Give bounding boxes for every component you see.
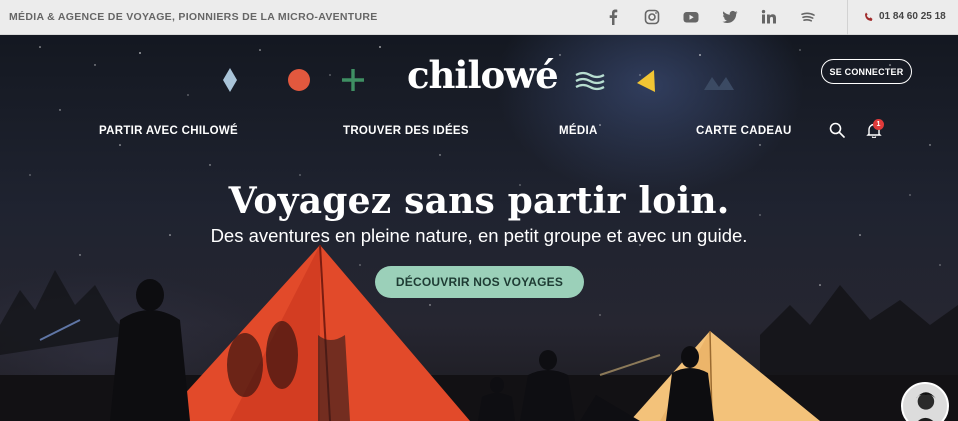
- nav-partir[interactable]: PARTIR AVEC CHILOWÉ: [99, 125, 238, 137]
- nav-carte-cadeau[interactable]: CARTE CADEAU: [696, 125, 792, 137]
- triangle-icon: [637, 70, 655, 92]
- linkedin-icon[interactable]: [759, 7, 779, 27]
- phone-number: 01 84 60 25 18: [879, 11, 946, 22]
- spotify-icon[interactable]: [798, 7, 818, 27]
- youtube-icon[interactable]: [681, 7, 701, 27]
- hero-title: Voyagez sans partir loin.: [228, 180, 730, 222]
- hero-subtitle: Des aventures en pleine nature, en petit…: [210, 225, 748, 246]
- facebook-icon[interactable]: [603, 7, 623, 27]
- top-bar: MÉDIA & AGENCE DE VOYAGE, PIONNIERS DE L…: [0, 0, 958, 35]
- phone-icon: [865, 12, 873, 21]
- plus-icon: [342, 69, 364, 91]
- nav-media[interactable]: MÉDIA: [559, 125, 598, 137]
- discover-trips-button[interactable]: DÉCOUVRIR NOS VOYAGES: [375, 266, 584, 298]
- twitter-icon[interactable]: [720, 7, 740, 27]
- instagram-icon[interactable]: [642, 7, 662, 27]
- social-links: [603, 7, 837, 27]
- logo[interactable]: chilowé: [407, 53, 559, 97]
- tagline: MÉDIA & AGENCE DE VOYAGE, PIONNIERS DE L…: [9, 11, 378, 23]
- mountains-icon: [704, 77, 734, 90]
- divider: [847, 0, 848, 35]
- phone-link[interactable]: 01 84 60 25 18: [864, 11, 946, 22]
- diamond-icon: [223, 68, 237, 92]
- circle-icon: [288, 69, 310, 91]
- nav-idees[interactable]: TROUVER DES IDÉES: [343, 125, 469, 137]
- waves-icon: [575, 71, 605, 91]
- hero: chilowé SE CONNECTER PARTIR AVEC CHILOWÉ…: [0, 35, 958, 421]
- search-icon[interactable]: [829, 122, 845, 138]
- login-button[interactable]: SE CONNECTER: [821, 59, 912, 84]
- notification-badge: 1: [873, 119, 884, 130]
